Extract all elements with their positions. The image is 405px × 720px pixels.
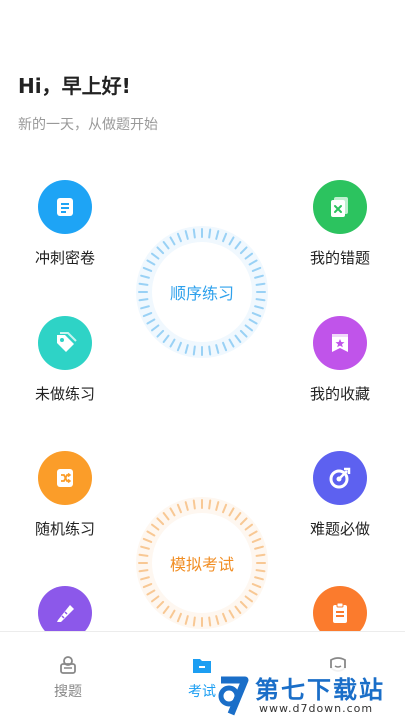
tile-label: 随机练习 (34, 520, 95, 538)
sequential-practice-button[interactable]: 顺序练习 (134, 224, 270, 360)
tile-hard-questions[interactable]: 难题必做 (290, 451, 390, 539)
watermark-url: www.d7down.com (259, 702, 374, 715)
tile-label: 我的收藏 (309, 385, 370, 403)
tile-sprint-papers[interactable]: 冲刺密卷 (15, 180, 115, 268)
search-question-icon (60, 656, 76, 674)
greeting-title: Hi，早上好! (18, 74, 131, 98)
d7-logo-icon (218, 676, 249, 716)
document-icon (38, 180, 92, 234)
tile-my-wrong-questions[interactable]: 我的错题 (290, 180, 390, 268)
tile-label: 难题必做 (309, 520, 370, 538)
sequential-practice-label: 顺序练习 (152, 242, 252, 342)
site-watermark: 第七下载站 www.d7down.com (217, 668, 405, 720)
target-icon (313, 451, 367, 505)
tag-icon (38, 316, 92, 370)
wrong-questions-icon (313, 180, 367, 234)
tile-label: 未做练习 (34, 385, 95, 403)
tab-search-questions[interactable]: 搜题 (28, 654, 108, 701)
greeting-subtitle: 新的一天，从做题开始 (18, 117, 158, 133)
tile-my-favorites[interactable]: 我的收藏 (290, 316, 390, 404)
tab-label: 搜题 (54, 684, 82, 700)
tab-label: 考试 (188, 684, 216, 700)
mock-exam-button[interactable]: 模拟考试 (134, 495, 270, 631)
exam-folder-icon (193, 659, 211, 673)
mock-exam-label: 模拟考试 (152, 513, 252, 613)
tile-label: 我的错题 (309, 249, 370, 267)
bookmark-star-icon (313, 316, 367, 370)
tile-random-practice[interactable]: 随机练习 (15, 451, 115, 539)
tile-label: 冲刺密卷 (34, 249, 95, 267)
shuffle-icon (38, 451, 92, 505)
tile-unpracticed[interactable]: 未做练习 (15, 316, 115, 404)
watermark-title: 第七下载站 (255, 676, 385, 704)
